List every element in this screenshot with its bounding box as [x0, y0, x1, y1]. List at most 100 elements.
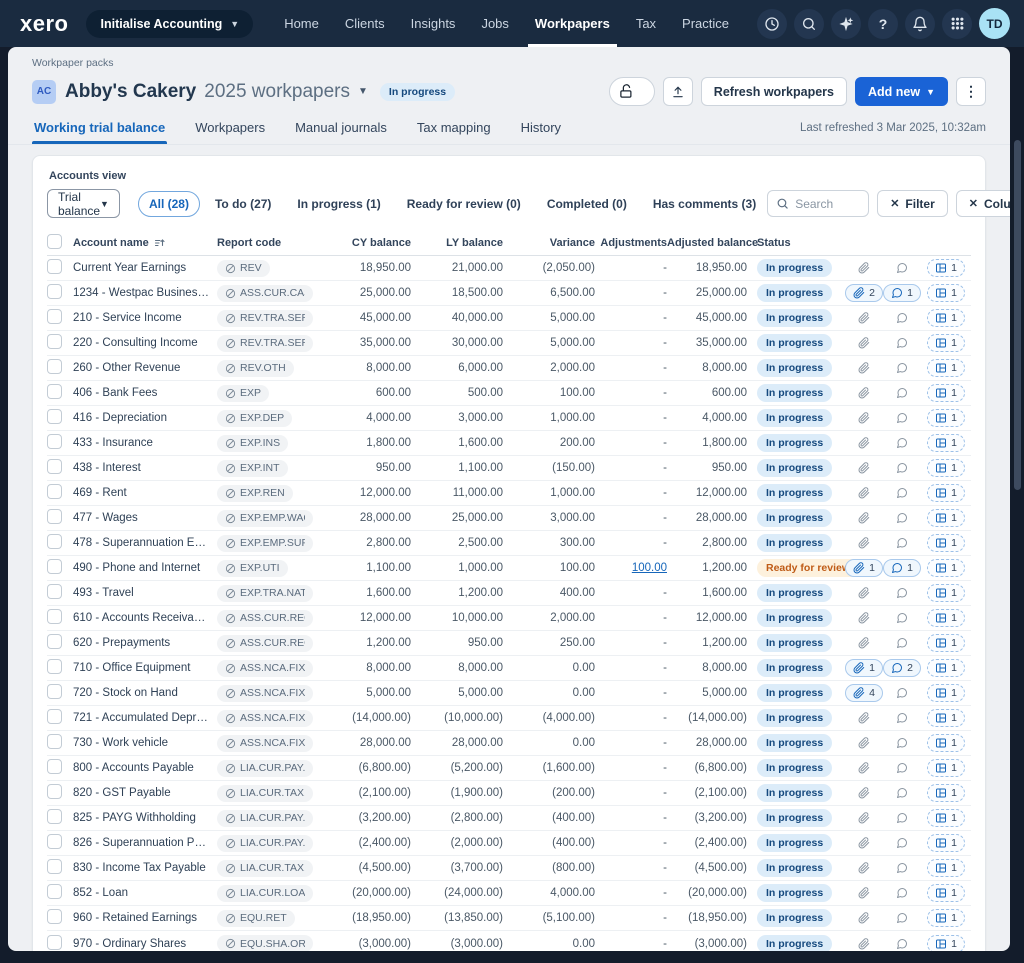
comments-button[interactable]	[896, 337, 908, 349]
account-name[interactable]: 406 - Bank Fees	[73, 387, 217, 399]
workpapers-count-pill[interactable]: 1	[927, 284, 965, 302]
report-code-badge[interactable]: EXP.REN	[217, 485, 293, 502]
add-new-button[interactable]: Add new ▼	[855, 77, 948, 106]
report-code-badge[interactable]: REV	[217, 260, 270, 277]
workpapers-count-pill[interactable]: 1	[927, 434, 965, 452]
row-checkbox[interactable]	[47, 909, 62, 924]
attachments-count-pill[interactable]: 2	[845, 284, 883, 302]
attachments-button[interactable]	[858, 312, 870, 324]
row-checkbox[interactable]	[47, 684, 62, 699]
nav-item-tax[interactable]: Tax	[623, 0, 669, 47]
nav-item-jobs[interactable]: Jobs	[468, 0, 521, 47]
report-code-badge[interactable]: REV.TRA.SER	[217, 335, 313, 352]
comments-button[interactable]	[896, 412, 908, 424]
comments-button[interactable]	[896, 387, 908, 399]
comments-button[interactable]	[896, 938, 908, 950]
workpapers-count-pill[interactable]: 1	[927, 384, 965, 402]
attachments-button[interactable]	[858, 387, 870, 399]
report-code-badge[interactable]: REV.OTH	[217, 360, 294, 377]
attachments-button[interactable]	[858, 587, 870, 599]
search-input[interactable]	[795, 197, 855, 211]
report-code-badge[interactable]: ASS.CUR.REC.PRE	[217, 635, 313, 652]
row-checkbox[interactable]	[47, 809, 62, 824]
workpapers-count-pill[interactable]: 1	[927, 734, 965, 752]
table-row[interactable]: 469 - Rent EXP.REN 12,000.00 11,000.00 1…	[47, 481, 971, 506]
report-code-badge[interactable]: ASS.NCA.FIX.PLA	[217, 660, 313, 677]
workpapers-count-pill[interactable]: 1	[927, 509, 965, 527]
table-row[interactable]: 730 - Work vehicle ASS.NCA.FIX.VEH 28,00…	[47, 731, 971, 756]
filter-pill-in-progress[interactable]: In progress (1)	[286, 191, 391, 217]
attachments-button[interactable]	[858, 362, 870, 374]
attachments-button[interactable]	[858, 487, 870, 499]
attachments-button[interactable]	[858, 762, 870, 774]
report-code-badge[interactable]: EXP.INT	[217, 460, 288, 477]
row-checkbox[interactable]	[47, 859, 62, 874]
nav-item-workpapers[interactable]: Workpapers	[522, 0, 623, 47]
comments-button[interactable]	[896, 262, 908, 274]
attachments-button[interactable]	[858, 412, 870, 424]
workpapers-count-pill[interactable]: 1	[927, 634, 965, 652]
account-name[interactable]: 438 - Interest	[73, 462, 217, 474]
row-checkbox[interactable]	[47, 559, 62, 574]
nav-item-clients[interactable]: Clients	[332, 0, 398, 47]
attachments-button[interactable]	[858, 887, 870, 899]
report-code-badge[interactable]: LIA.CUR.PAY.EMP	[217, 835, 313, 852]
account-name[interactable]: 720 - Stock on Hand	[73, 687, 217, 699]
row-checkbox[interactable]	[47, 359, 62, 374]
search-icon[interactable]	[794, 9, 824, 39]
row-checkbox[interactable]	[47, 509, 62, 524]
comments-count-pill[interactable]: 1	[883, 559, 921, 577]
filter-pill-all[interactable]: All (28)	[138, 191, 200, 217]
row-checkbox[interactable]	[47, 434, 62, 449]
table-row[interactable]: 826 - Superannuation Payable LIA.CUR.PAY…	[47, 831, 971, 856]
report-code-badge[interactable]: LIA.CUR.PAY.PAY	[217, 810, 313, 827]
workpapers-count-pill[interactable]: 1	[927, 409, 965, 427]
row-checkbox[interactable]	[47, 784, 62, 799]
row-checkbox[interactable]	[47, 709, 62, 724]
comments-button[interactable]	[896, 587, 908, 599]
account-name[interactable]: 830 - Income Tax Payable	[73, 862, 217, 874]
tab-workpapers[interactable]: Workpapers	[193, 116, 267, 144]
table-row[interactable]: 960 - Retained Earnings EQU.RET (18,950.…	[47, 906, 971, 931]
comments-button[interactable]	[896, 812, 908, 824]
account-name[interactable]: 478 - Superannuation Expense	[73, 537, 217, 549]
row-checkbox[interactable]	[47, 459, 62, 474]
tab-tax-mapping[interactable]: Tax mapping	[415, 116, 493, 144]
workpapers-count-pill[interactable]: 1	[927, 334, 965, 352]
tab-working-trial-balance[interactable]: Working trial balance	[32, 116, 167, 144]
account-name[interactable]: 970 - Ordinary Shares	[73, 938, 217, 950]
workpapers-count-pill[interactable]: 1	[927, 259, 965, 277]
filter-pill-has-comments[interactable]: Has comments (3)	[642, 191, 767, 217]
row-checkbox[interactable]	[47, 334, 62, 349]
filter-pill-to-do[interactable]: To do (27)	[204, 191, 282, 217]
row-checkbox[interactable]	[47, 659, 62, 674]
comments-button[interactable]	[896, 737, 908, 749]
account-name[interactable]: 433 - Insurance	[73, 437, 217, 449]
workpapers-count-pill[interactable]: 1	[927, 534, 965, 552]
comments-count-pill[interactable]: 1	[883, 284, 921, 302]
account-name[interactable]: 493 - Travel	[73, 587, 217, 599]
comments-button[interactable]	[896, 362, 908, 374]
account-name[interactable]: 220 - Consulting Income	[73, 337, 217, 349]
account-name[interactable]: 210 - Service Income	[73, 312, 217, 324]
attachments-count-pill[interactable]: 1	[845, 559, 883, 577]
comments-count-pill[interactable]: 2	[883, 659, 921, 677]
attachments-button[interactable]	[858, 537, 870, 549]
table-row[interactable]: 433 - Insurance EXP.INS 1,800.00 1,600.0…	[47, 431, 971, 456]
attachments-button[interactable]	[858, 737, 870, 749]
table-row[interactable]: 610 - Accounts Receivable ASS.CUR.REC.TR…	[47, 606, 971, 631]
comments-button[interactable]	[896, 862, 908, 874]
table-row[interactable]: Current Year Earnings REV 18,950.00 21,0…	[47, 256, 971, 281]
comments-button[interactable]	[896, 637, 908, 649]
attachments-button[interactable]	[858, 862, 870, 874]
workpapers-count-pill[interactable]: 1	[927, 759, 965, 777]
attachments-button[interactable]	[858, 712, 870, 724]
table-row[interactable]: 710 - Office Equipment ASS.NCA.FIX.PLA 8…	[47, 656, 971, 681]
account-name[interactable]: 1234 - Westpac Business Account	[73, 287, 217, 299]
attachments-count-pill[interactable]: 1	[845, 659, 883, 677]
row-checkbox[interactable]	[47, 935, 62, 950]
more-options-button[interactable]: ⋮	[956, 77, 986, 106]
table-row[interactable]: 825 - PAYG Withholding LIA.CUR.PAY.PAY (…	[47, 806, 971, 831]
table-row[interactable]: 406 - Bank Fees EXP 600.00 500.00 100.00…	[47, 381, 971, 406]
table-row[interactable]: 416 - Depreciation EXP.DEP 4,000.00 3,00…	[47, 406, 971, 431]
